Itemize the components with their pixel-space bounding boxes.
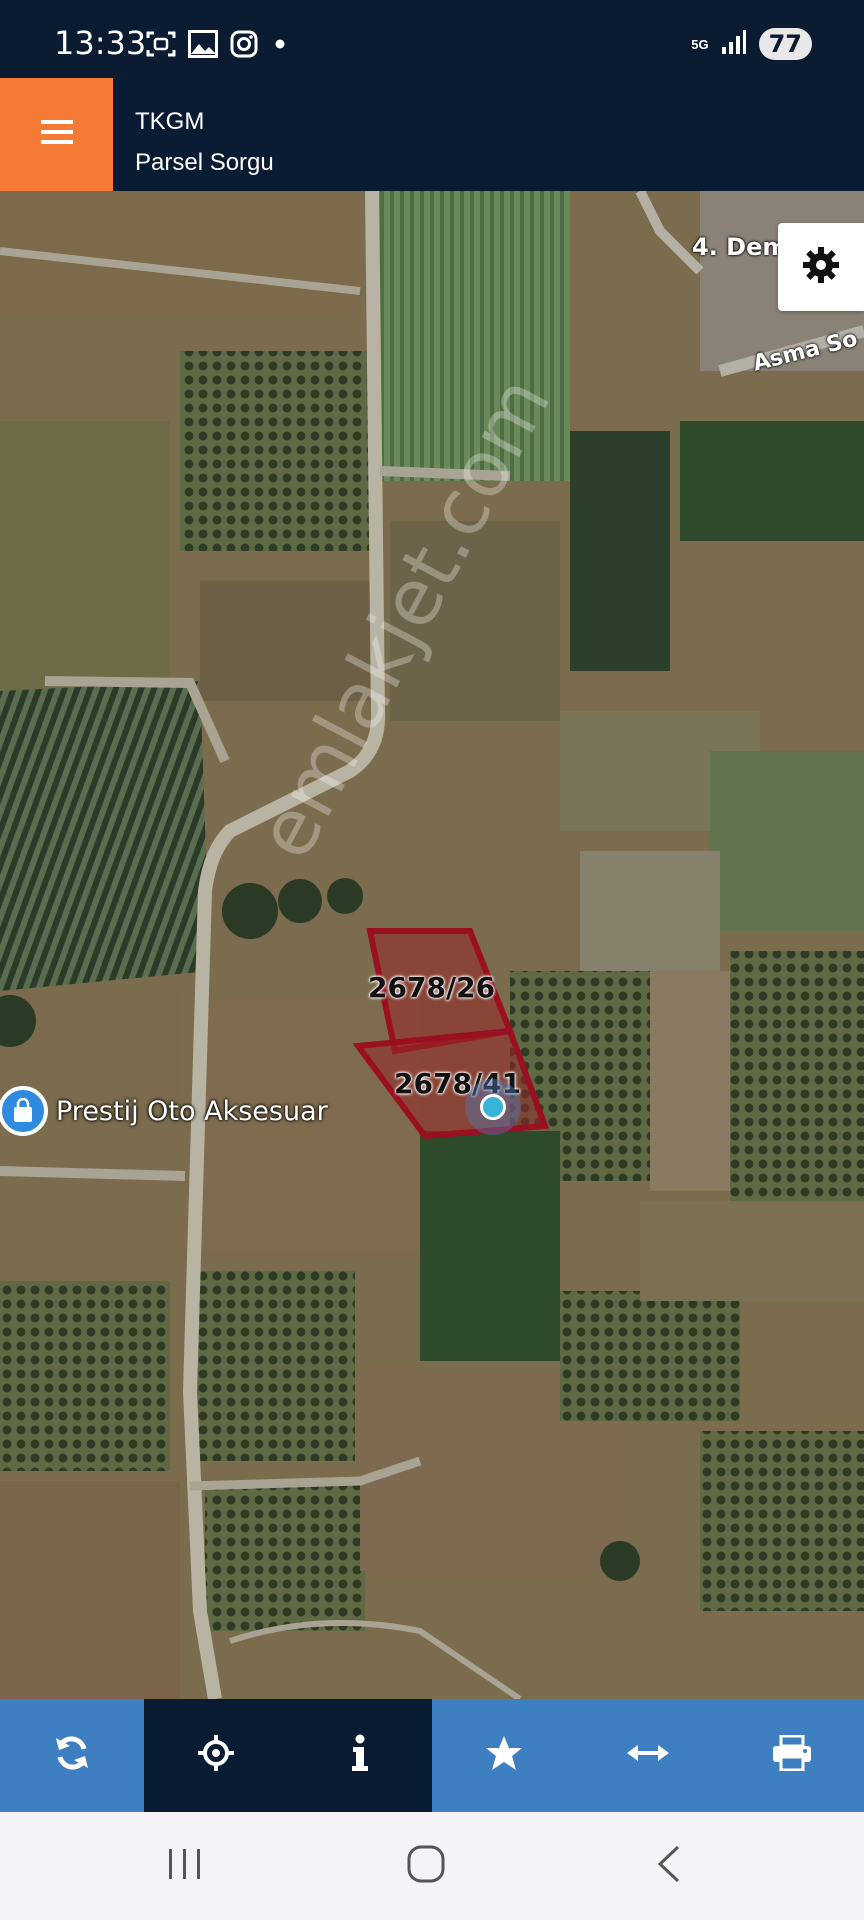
back-icon[interactable] bbox=[650, 1844, 690, 1889]
notification-dot-icon bbox=[270, 30, 290, 58]
battery-level: 77 bbox=[758, 28, 812, 60]
poi-marker[interactable]: Prestij Oto Aksesuar bbox=[0, 1086, 328, 1136]
arrows-horizontal-icon bbox=[627, 1743, 669, 1768]
app-header: TKGM Parsel Sorgu bbox=[0, 78, 864, 191]
network-type: 5G bbox=[691, 36, 709, 52]
app-subtitle: Parsel Sorgu bbox=[135, 149, 274, 176]
status-notification-icons bbox=[146, 30, 290, 58]
home-icon[interactable] bbox=[406, 1844, 446, 1889]
map-imagery bbox=[0, 191, 864, 1699]
measure-button[interactable] bbox=[576, 1699, 720, 1812]
refresh-button[interactable] bbox=[0, 1699, 144, 1812]
instagram-icon bbox=[230, 30, 258, 58]
screenshot-icon bbox=[146, 30, 176, 58]
gallery-icon bbox=[188, 30, 218, 58]
system-nav-bar bbox=[0, 1812, 864, 1920]
app-title: TKGM bbox=[135, 108, 205, 135]
gear-icon bbox=[801, 245, 841, 290]
hamburger-icon bbox=[40, 118, 73, 151]
status-bar: 13:33 5G 77 bbox=[0, 0, 864, 78]
crosshair-icon bbox=[197, 1734, 235, 1777]
info-icon bbox=[350, 1734, 370, 1777]
shopping-bag-icon bbox=[0, 1086, 48, 1136]
locate-button[interactable] bbox=[144, 1699, 288, 1812]
poi-name: Prestij Oto Aksesuar bbox=[56, 1095, 328, 1127]
signal-icon bbox=[721, 29, 747, 60]
parcel-label[interactable]: 2678/26 bbox=[368, 971, 495, 1004]
refresh-icon bbox=[53, 1734, 91, 1777]
print-icon bbox=[772, 1734, 812, 1776]
satellite-map[interactable]: 4. Dem Asma So 2678/26 2678/41 Prestij O… bbox=[0, 191, 864, 1699]
current-location-marker bbox=[480, 1094, 506, 1120]
print-button[interactable] bbox=[720, 1699, 864, 1812]
favorite-button[interactable] bbox=[432, 1699, 576, 1812]
street-label-dem: 4. Dem bbox=[692, 233, 788, 261]
info-button[interactable] bbox=[288, 1699, 432, 1812]
map-toolbar bbox=[0, 1699, 864, 1812]
map-settings-button[interactable] bbox=[778, 223, 864, 311]
menu-button[interactable] bbox=[0, 78, 113, 191]
status-time: 13:33 bbox=[54, 24, 147, 62]
status-system-icons: 5G 77 bbox=[691, 28, 812, 60]
star-icon bbox=[485, 1735, 523, 1776]
recent-apps-icon[interactable] bbox=[165, 1844, 205, 1889]
